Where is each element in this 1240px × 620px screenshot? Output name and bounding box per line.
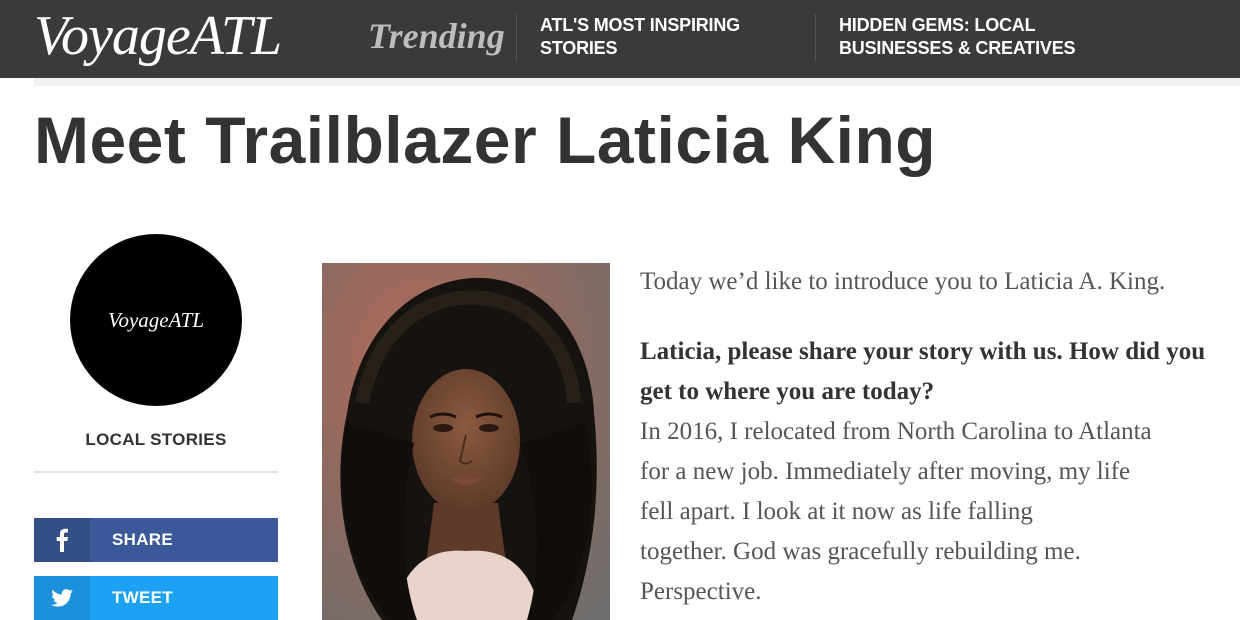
nav-divider xyxy=(516,14,517,60)
category-label[interactable]: LOCAL STORIES xyxy=(34,430,278,450)
top-navigation-bar: VoyageATL Trending ATL'S MOST INSPIRING … xyxy=(0,0,1240,78)
article-body: Today we’d like to introduce you to Lati… xyxy=(640,262,1220,612)
nav-link-line: BUSINESSES & CREATIVES xyxy=(839,38,1076,58)
nav-link-line: ATL'S MOST INSPIRING xyxy=(540,15,740,35)
answer-line: Perspective. xyxy=(640,578,762,605)
page-title: Meet Trailblazer Laticia King xyxy=(34,103,937,177)
nav-link-line: STORIES xyxy=(540,38,618,58)
tweet-label: TWEET xyxy=(112,588,173,607)
answer-line: for a new job. Immediately after moving,… xyxy=(640,458,1131,485)
nav-link-inspiring-stories[interactable]: ATL'S MOST INSPIRING STORIES xyxy=(540,14,740,60)
interview-question: Laticia, please share your story with us… xyxy=(640,338,1206,405)
answer-line: together. God was gracefully rebuilding … xyxy=(640,538,1081,565)
date-strip xyxy=(34,78,1240,86)
nav-divider xyxy=(815,14,816,60)
sidebar-divider xyxy=(34,471,278,473)
facebook-icon xyxy=(34,518,90,562)
answer-line: fell apart. I look at it now as life fal… xyxy=(640,498,1033,525)
nav-link-hidden-gems[interactable]: HIDDEN GEMS: LOCAL BUSINESSES & CREATIVE… xyxy=(839,14,1076,60)
trending-link[interactable]: Trending xyxy=(368,14,505,58)
answer-line: In 2016, I relocated from North Carolina… xyxy=(640,418,1152,445)
avatar-logo-text: VoyageATL xyxy=(107,307,205,332)
avatar[interactable]: VoyageATL xyxy=(70,234,242,406)
share-label: SHARE xyxy=(112,530,174,549)
facebook-share-button[interactable]: SHARE xyxy=(34,518,278,562)
nav-link-line: HIDDEN GEMS: LOCAL xyxy=(839,15,1036,35)
article-intro: Today we’d like to introduce you to Lati… xyxy=(640,268,1166,295)
interview-answer: In 2016, I relocated from North Carolina… xyxy=(640,412,1220,612)
twitter-icon xyxy=(34,576,90,620)
twitter-tweet-button[interactable]: TWEET xyxy=(34,576,278,620)
portrait-photo xyxy=(322,263,610,620)
site-logo[interactable]: VoyageATL xyxy=(34,4,282,68)
